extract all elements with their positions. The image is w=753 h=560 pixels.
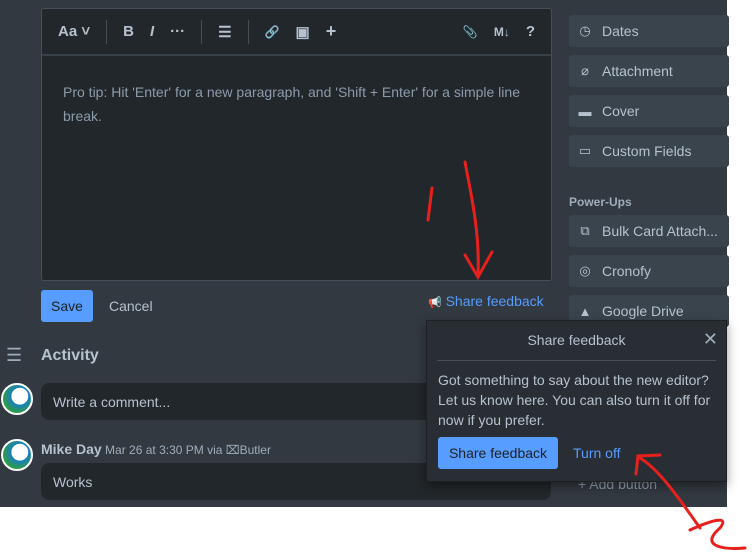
red-annotations: [426, 160, 747, 550]
annotation-number-1: [426, 186, 434, 222]
annotation-arrow-2: [634, 453, 747, 550]
annotation-arrow-1: [463, 160, 494, 281]
